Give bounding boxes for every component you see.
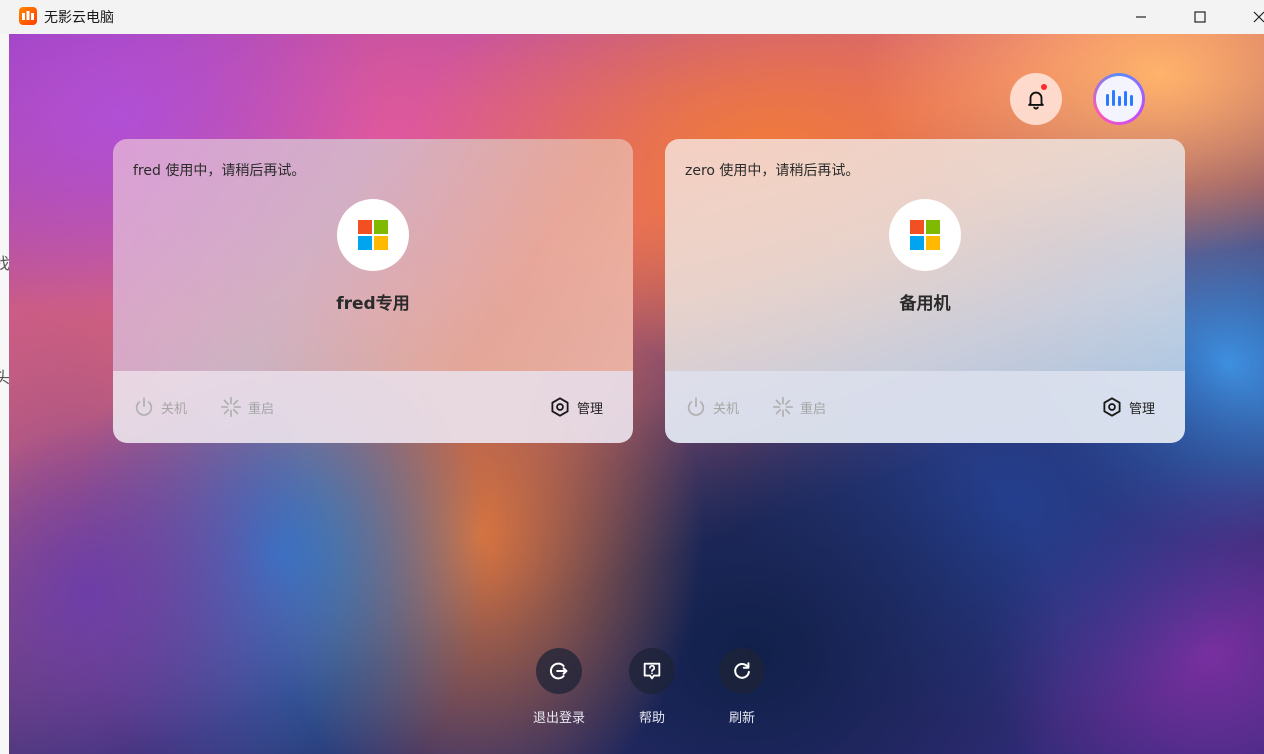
power-off-label: 关机 <box>713 401 740 417</box>
card-status-text: fred 使用中，请稍后再试。 <box>133 163 306 179</box>
title-bar: 无影云电脑 <box>0 0 1264 34</box>
power-off-button[interactable]: 关机 <box>133 394 187 420</box>
notification-badge <box>1041 84 1047 90</box>
maximize-icon <box>1194 11 1206 23</box>
assistant-button-inner <box>1096 76 1142 122</box>
power-icon <box>687 397 705 416</box>
close-icon <box>1253 11 1264 23</box>
restart-label: 重启 <box>248 401 275 417</box>
manage-button[interactable]: 管理 <box>1101 394 1155 420</box>
refresh-icon <box>734 662 750 679</box>
cloud-pc-card[interactable]: fred 使用中，请稍后再试。 fred专用 关机 重启 管理 <box>113 139 633 443</box>
assistant-button[interactable] <box>1093 73 1145 125</box>
windows-logo-icon <box>910 220 940 250</box>
cloud-pc-card[interactable]: zero 使用中，请稍后再试。 备用机 关机 重启 管理 <box>665 139 1185 443</box>
power-off-button[interactable]: 关机 <box>685 394 739 420</box>
card-action-bar: 关机 重启 管理 <box>113 371 633 443</box>
refresh-button-circle[interactable] <box>719 648 765 694</box>
minimize-button[interactable] <box>1118 0 1164 34</box>
power-icon <box>135 397 153 416</box>
minimize-icon <box>1136 16 1146 18</box>
help-label: 帮助 <box>638 711 665 726</box>
restart-button[interactable]: 重启 <box>772 394 826 420</box>
app-logo-icon <box>19 7 37 25</box>
cloud-pc-card-body[interactable]: fred 使用中，请稍后再试。 fred专用 <box>113 139 633 371</box>
window-title: 无影云电脑 <box>44 10 114 26</box>
logout-label: 退出登录 <box>532 711 585 726</box>
cloud-pc-card-body[interactable]: zero 使用中，请稍后再试。 备用机 <box>665 139 1185 371</box>
settings-hexagon-icon <box>551 397 569 417</box>
close-button[interactable] <box>1236 0 1264 34</box>
refresh-button[interactable]: 刷新 <box>712 648 772 726</box>
help-button[interactable]: 帮助 <box>622 648 682 726</box>
help-icon <box>643 662 661 680</box>
restart-button[interactable]: 重启 <box>220 394 274 420</box>
voice-wave-icon <box>1106 90 1133 106</box>
power-off-label: 关机 <box>161 401 188 417</box>
notification-button[interactable] <box>1010 73 1062 125</box>
manage-label: 管理 <box>577 401 604 417</box>
bell-icon <box>1028 91 1044 110</box>
card-action-bar: 关机 重启 管理 <box>665 371 1185 443</box>
restart-icon <box>772 396 794 418</box>
refresh-label: 刷新 <box>728 711 755 726</box>
restart-icon <box>220 396 242 418</box>
restart-label: 重启 <box>800 401 827 417</box>
card-pc-name: fred专用 <box>336 294 410 314</box>
manage-label: 管理 <box>1129 401 1156 417</box>
help-button-circle[interactable] <box>629 648 675 694</box>
logout-button[interactable]: 退出登录 <box>529 648 589 726</box>
logout-icon <box>549 662 568 680</box>
card-status-text: zero 使用中，请稍后再试。 <box>685 163 860 179</box>
card-pc-name: 备用机 <box>899 294 951 314</box>
manage-button[interactable]: 管理 <box>549 394 603 420</box>
windows-logo-icon <box>358 220 388 250</box>
os-logo <box>889 199 961 271</box>
os-logo <box>337 199 409 271</box>
maximize-button[interactable] <box>1177 0 1223 34</box>
settings-hexagon-icon <box>1103 397 1121 417</box>
logout-button-circle[interactable] <box>536 648 582 694</box>
